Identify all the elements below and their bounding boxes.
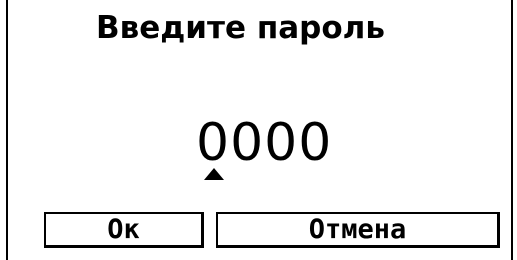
- password-entry[interactable]: 0000: [196, 112, 336, 182]
- triangle-up-icon: [204, 168, 224, 180]
- password-value[interactable]: 0000: [196, 112, 332, 174]
- dialog-title: Введите пароль: [96, 10, 385, 46]
- password-dialog: Введите пароль 0000 Ок Отмена: [0, 0, 517, 260]
- cancel-button[interactable]: Отмена: [216, 212, 500, 248]
- ok-button[interactable]: Ок: [44, 212, 204, 248]
- screen-border-right: [511, 0, 513, 260]
- screen-border-left: [6, 0, 8, 260]
